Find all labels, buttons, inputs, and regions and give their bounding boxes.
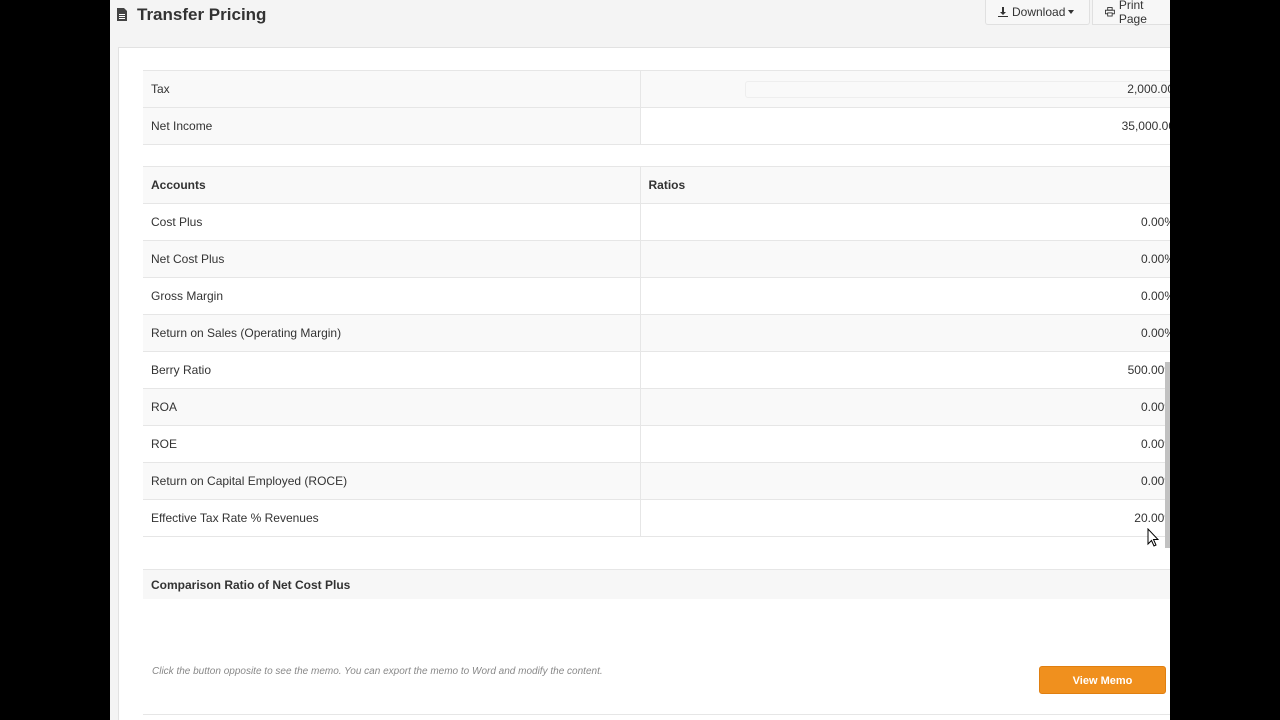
row-label: Cost Plus xyxy=(143,203,641,241)
row-value: 0.00% xyxy=(640,314,1170,352)
table-row: Return on Capital Employed (ROCE) 0.00% xyxy=(143,462,1170,500)
chevron-down-icon xyxy=(1068,10,1075,14)
row-label: Tax xyxy=(143,70,641,108)
print-page-button[interactable]: Print Page xyxy=(1092,0,1170,26)
row-label: Berry Ratio xyxy=(143,351,641,389)
table-row: Gross Margin 0.00% xyxy=(143,277,1170,315)
divider xyxy=(143,714,1170,715)
report-panel: Tax 2,000.00 Net Income 35,000.00 Accoun… xyxy=(118,47,1170,720)
row-label: Effective Tax Rate % Revenues xyxy=(143,499,641,537)
table-row: Return on Sales (Operating Margin) 0.00% xyxy=(143,314,1170,352)
comparison-section-title: Comparison Ratio of Net Cost Plus xyxy=(143,569,1170,599)
table-header-row: Accounts Ratios xyxy=(143,166,1170,204)
row-label: Return on Sales (Operating Margin) xyxy=(143,314,641,352)
row-label: Net Income xyxy=(143,107,641,145)
print-label: Print Page xyxy=(1118,0,1147,26)
mouse-cursor-icon xyxy=(1147,528,1159,547)
ratios-table: Accounts Ratios Cost Plus 0.00% Net Cost… xyxy=(143,166,1170,537)
table-row: Berry Ratio 500.00% xyxy=(143,351,1170,389)
row-value: 0.00% xyxy=(640,203,1170,241)
table-row: Effective Tax Rate % Revenues 20.00% xyxy=(143,499,1170,537)
table-row: ROE 0.00% xyxy=(143,425,1170,463)
document-icon xyxy=(117,8,127,21)
table-row: Tax 2,000.00 xyxy=(143,70,1170,108)
row-value: 0.00% xyxy=(640,277,1170,315)
table-row: Cost Plus 0.00% xyxy=(143,203,1170,241)
row-value: 0.00% xyxy=(640,240,1170,278)
row-value: 35,000.00 xyxy=(640,107,1170,145)
row-label: Gross Margin xyxy=(143,277,641,315)
download-label: Download xyxy=(1012,5,1066,19)
top-bar: Transfer Pricing Download Print Page xyxy=(110,0,1170,30)
view-memo-button[interactable]: View Memo xyxy=(1039,666,1166,694)
row-value: 0.00% xyxy=(640,388,1170,426)
row-value: 20.00% xyxy=(640,499,1170,537)
table-row: ROA 0.00% xyxy=(143,388,1170,426)
print-icon xyxy=(1105,7,1115,17)
column-header-accounts: Accounts xyxy=(143,166,641,204)
table-row: Net Cost Plus 0.00% xyxy=(143,240,1170,278)
row-label: ROE xyxy=(143,425,641,463)
tax-value-field[interactable]: 2,000.00 xyxy=(745,80,1170,98)
row-label: Net Cost Plus xyxy=(143,240,641,278)
column-header-ratios: Ratios xyxy=(640,166,1170,204)
download-icon xyxy=(998,7,1008,17)
row-value: 0.00% xyxy=(640,462,1170,500)
download-button[interactable]: Download xyxy=(985,0,1090,25)
row-label: ROA xyxy=(143,388,641,426)
scrollbar-thumb[interactable] xyxy=(1165,362,1170,548)
row-value: 500.00% xyxy=(640,351,1170,389)
memo-hint-text: Click the button opposite to see the mem… xyxy=(152,666,603,677)
app-window: Transfer Pricing Download Print Page Tax xyxy=(110,0,1170,720)
page-title: Transfer Pricing xyxy=(137,5,267,24)
income-table: Tax 2,000.00 Net Income 35,000.00 xyxy=(143,70,1170,145)
row-value: 0.00% xyxy=(640,425,1170,463)
row-label: Return on Capital Employed (ROCE) xyxy=(143,462,641,500)
table-row: Net Income 35,000.00 xyxy=(143,107,1170,145)
